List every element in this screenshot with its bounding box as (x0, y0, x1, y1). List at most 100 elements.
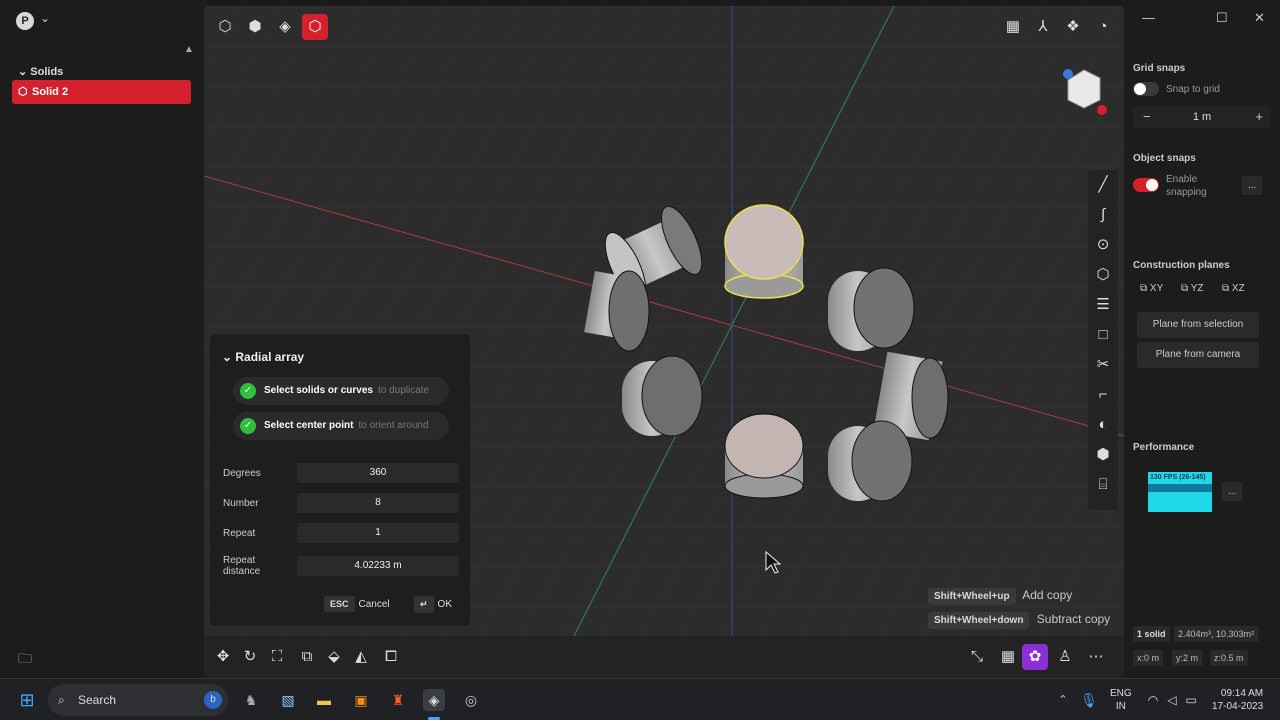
curve-tool-icon[interactable]: ∫ (1088, 200, 1118, 230)
lang-primary: ENG (1110, 688, 1132, 699)
axes-icon[interactable]: ⅄ (1030, 14, 1056, 40)
radial-array-icon[interactable]: ✿ (1022, 644, 1048, 670)
snap-icon[interactable]: ⤡ (964, 644, 990, 670)
cylinder-tool-icon[interactable]: ⌸ (1088, 470, 1118, 500)
snapping-more-button[interactable]: ... (1242, 176, 1263, 195)
repeat-label: Repeat (223, 528, 256, 539)
plane-yz-button[interactable]: ⧉ YZ (1181, 283, 1204, 294)
file-explorer-icon[interactable]: ▬ (313, 689, 335, 711)
cylinder-selected[interactable] (724, 204, 804, 299)
tree-header-solids[interactable]: ⌄ Solids (18, 65, 63, 78)
cancel-button[interactable]: ESC Cancel (324, 596, 390, 612)
render-mode-icon[interactable]: ❖ (1060, 14, 1086, 40)
obs-icon[interactable]: ◎ (460, 689, 482, 711)
scene-tree-panel: P ⌄ ▲ ⌄ Solids ⬡ Solid 2 🗀 (0, 0, 204, 678)
battery-icon[interactable]: ▭ (1180, 689, 1202, 711)
snap-to-grid-label: Snap to grid (1166, 84, 1220, 95)
ok-button[interactable]: ↵ OK (414, 596, 452, 613)
tree-item-solid[interactable]: ⬡ Solid 2 (12, 80, 191, 104)
plane-from-selection-button[interactable]: Plane from selection (1137, 312, 1259, 338)
degrees-input[interactable]: 360 (297, 463, 459, 483)
enable-snapping-toggle[interactable] (1133, 178, 1159, 192)
enter-key-icon: ↵ (414, 596, 434, 613)
tray-chevron-icon[interactable]: ⌃ (1052, 689, 1074, 711)
clock[interactable]: 09:14 AM 17-04-2023 (1212, 687, 1263, 713)
grid-view-icon[interactable]: ▦ (995, 644, 1021, 670)
sphere-tool-icon[interactable]: ◐ (1088, 410, 1118, 440)
folder-icon[interactable]: 🗀 (18, 648, 32, 672)
duplicate-icon[interactable]: ⧉ (294, 644, 320, 670)
close-icon[interactable]: ✕ (1254, 10, 1265, 26)
step-select-solids[interactable]: ✓ Select solids or curves to duplicate (233, 377, 449, 405)
cylinder-copy[interactable] (724, 413, 804, 499)
snap-to-grid-toggle[interactable] (1133, 82, 1159, 96)
app-icon-game[interactable]: ♞ (240, 689, 262, 711)
user-avatar[interactable]: P (16, 12, 34, 30)
rectangle-tool-icon[interactable]: □ (1088, 320, 1118, 350)
cylinder-copy[interactable] (828, 420, 913, 502)
hint-add-copy: Shift+Wheel+up Add copy (928, 588, 1072, 605)
clock-time: 09:14 AM (1220, 688, 1264, 699)
collapse-up-icon[interactable]: ▲ (184, 44, 194, 55)
brush-icon[interactable]: ♙ (1052, 644, 1078, 670)
clock-date: 17-04-2023 (1212, 701, 1264, 712)
construction-planes-heading: Construction planes (1133, 260, 1230, 271)
bottom-toolbar: ✥ ↻ ⛶ ⧉ ⬙ ◭ ⧠ ⤡ ▦ ✿ ♙ ⋯ (204, 636, 1124, 678)
properties-panel: — ☐ ✕ Grid snaps Snap to grid − 1 m + Ob… (1124, 0, 1280, 678)
cylinder-copy[interactable] (622, 355, 703, 437)
face-mode-icon[interactable]: ◈ (272, 14, 298, 40)
move-icon[interactable]: ✥ (210, 644, 236, 670)
plane-xz-button[interactable]: ⧉ XZ (1222, 283, 1245, 294)
view-settings-icon[interactable]: ◔ (1090, 14, 1116, 40)
mirror-icon[interactable]: ◭ (348, 644, 374, 670)
brave-browser-icon[interactable]: ♜ (387, 689, 409, 711)
layers-tool-icon[interactable]: ☰ (1088, 290, 1118, 320)
fillet-tool-icon[interactable]: ⌐ (1088, 380, 1118, 410)
repeat-input[interactable]: 1 (297, 523, 459, 543)
dialog-title[interactable]: ⌄ Radial array (222, 350, 304, 364)
more-icon[interactable]: ⋯ (1083, 644, 1109, 670)
grid-icon[interactable]: ▦ (1000, 14, 1026, 40)
scale-icon[interactable]: ⛶ (264, 644, 290, 670)
scissors-tool-icon[interactable]: ✂ (1088, 350, 1118, 380)
edge-mode-icon[interactable]: ⬢ (242, 14, 268, 40)
fps-readout: 130 FPS (26-145) (1150, 474, 1206, 481)
esc-key: ESC (324, 596, 355, 612)
plane-from-camera-button[interactable]: Plane from camera (1137, 342, 1259, 368)
dialog-title-text: Radial array (235, 350, 305, 364)
language-indicator[interactable]: ENG IN (1110, 687, 1132, 713)
chevron-down-icon[interactable]: ⌄ (40, 11, 50, 25)
polygon-tool-icon[interactable]: ⬡ (1088, 260, 1118, 290)
vertex-mode-icon[interactable]: ⬡ (212, 14, 238, 40)
grid-snaps-heading: Grid snaps (1133, 63, 1186, 74)
extrude-icon[interactable]: ⬙ (321, 644, 347, 670)
hint-key: Shift+Wheel+up (928, 588, 1016, 605)
plane-xy-button[interactable]: ⧉ XY (1140, 283, 1163, 294)
box-tool-icon[interactable]: ⬢ (1088, 440, 1118, 470)
line-tool-icon[interactable]: ╱ (1088, 170, 1118, 200)
repeat-distance-label: Repeat distance (223, 555, 261, 577)
rotate-icon[interactable]: ↻ (237, 644, 263, 670)
step-select-center[interactable]: ✓ Select center point to orient around (233, 412, 449, 440)
performance-heading: Performance (1133, 442, 1195, 453)
microphone-icon[interactable]: 🎙 (1078, 689, 1100, 711)
number-input[interactable]: 8 (297, 493, 459, 513)
sheets-app-icon[interactable]: ▣ (350, 689, 372, 711)
maximize-icon[interactable]: ☐ (1216, 10, 1228, 26)
performance-more-button[interactable]: ... (1222, 482, 1243, 501)
solid-mode-icon[interactable]: ⬡ (302, 14, 328, 40)
windows-taskbar: ⊞ ⌕ Search b ♞ ▧ ▬ ▣ ♜ ◈ ◎ ⌃ 🎙 ENG IN ◠ … (0, 678, 1280, 720)
repeat-distance-input[interactable]: 4.02233 m (297, 556, 459, 576)
cylinder-copy[interactable] (828, 267, 915, 351)
grid-size-value[interactable]: 1 m (1133, 111, 1271, 123)
coord-x: x:0 m (1133, 650, 1164, 666)
photos-icon[interactable]: ▧ (277, 689, 299, 711)
circle-tool-icon[interactable]: ⊙ (1088, 230, 1118, 260)
plasticity-app-icon[interactable]: ◈ (423, 689, 445, 711)
windows-start-icon[interactable]: ⊞ (16, 689, 38, 711)
lang-secondary: IN (1115, 701, 1126, 712)
taskbar-search[interactable]: ⌕ Search b (48, 684, 228, 716)
array-icon[interactable]: ⧠ (378, 644, 404, 670)
plus-icon[interactable]: + (1255, 109, 1263, 124)
minimize-icon[interactable]: — (1142, 10, 1155, 25)
